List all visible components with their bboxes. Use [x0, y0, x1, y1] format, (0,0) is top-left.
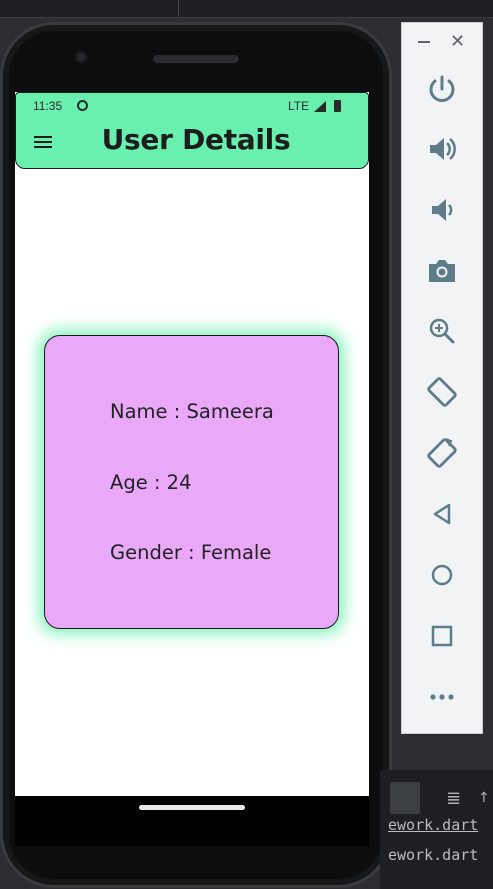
ide-arrow-icon[interactable]: ↑ [478, 790, 490, 806]
emulator-toolbar: ✕ [401, 22, 483, 734]
home-icon[interactable] [424, 557, 460, 593]
zoom-icon[interactable] [424, 313, 460, 349]
ide-run-panel: ≣ ↑ ework.dart ework.dart [380, 770, 493, 889]
user-details-card: Name : Sameera Age : 24 Gender : Female [44, 335, 339, 629]
user-name-text: Name : Sameera [110, 400, 274, 423]
overview-icon[interactable] [424, 618, 460, 654]
ide-log-line-1[interactable]: ework.dart [388, 816, 478, 834]
emulator-titlebar: ✕ [402, 23, 484, 59]
earpiece-speaker [153, 55, 239, 63]
rotate-left-icon[interactable] [424, 374, 460, 410]
volume-up-icon[interactable] [424, 131, 460, 167]
ide-top-strip [0, 0, 493, 18]
power-icon[interactable] [424, 71, 460, 107]
ide-log-line-2: ework.dart [388, 846, 479, 864]
status-time: 11:35 [33, 99, 63, 113]
close-icon[interactable]: ✕ [450, 31, 465, 52]
more-icon[interactable] [424, 679, 460, 715]
data-sync-icon [77, 100, 88, 111]
rotate-right-icon[interactable] [424, 435, 460, 471]
page-title: User Details [101, 123, 291, 156]
volume-down-icon[interactable] [424, 192, 460, 228]
ide-tab-separator [178, 0, 179, 18]
signal-icon [314, 101, 326, 112]
app-bar: 11:35 LTE User Details [15, 92, 369, 169]
status-bar: 11:35 LTE [16, 97, 369, 117]
network-type: LTE [288, 99, 310, 113]
battery-icon [334, 100, 341, 112]
home-gesture-handle[interactable] [139, 805, 245, 810]
gesture-nav-bar [15, 796, 369, 846]
back-icon[interactable] [424, 496, 460, 532]
phone-screen: 11:35 LTE User Details Name : Sameera Ag… [15, 92, 369, 796]
soft-wrap-icon[interactable]: ≣ [446, 788, 461, 809]
ide-tool-button[interactable] [390, 782, 420, 814]
minimize-icon[interactable] [418, 41, 430, 43]
user-gender-text: Gender : Female [110, 541, 272, 564]
camera-icon[interactable] [424, 253, 460, 289]
user-age-text: Age : 24 [110, 471, 192, 494]
front-camera [75, 51, 87, 63]
